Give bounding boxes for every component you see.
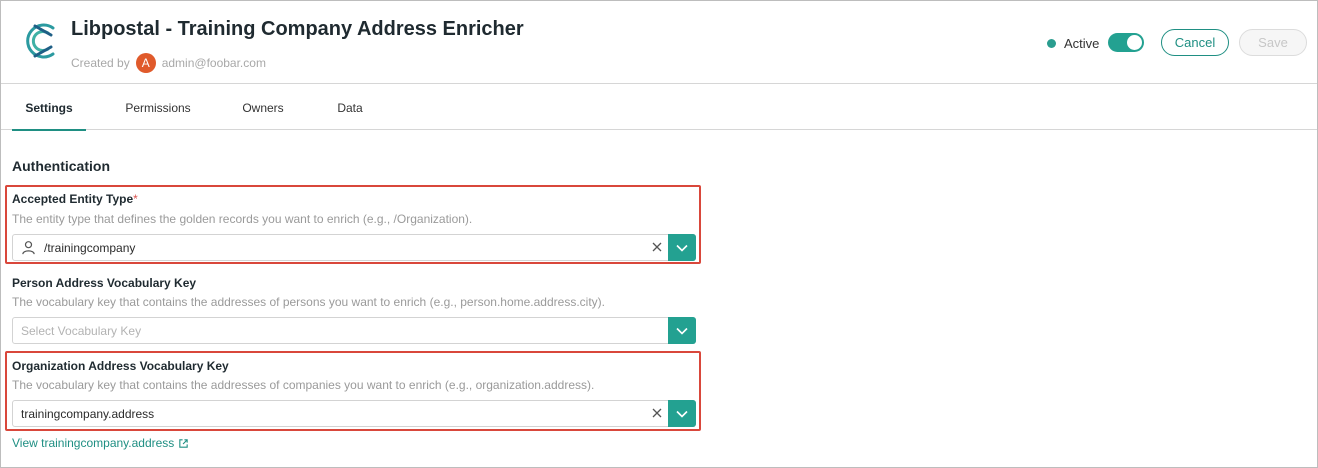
- entity-type-label: Accepted Entity Type*: [12, 192, 138, 206]
- page-header: Libpostal - Training Company Address Enr…: [1, 1, 1317, 84]
- org-key-value: trainingcompany.address: [21, 406, 155, 421]
- tab-data[interactable]: Data: [330, 85, 370, 130]
- required-mark: *: [133, 192, 138, 206]
- user-icon: [22, 241, 35, 255]
- status-badge: Active: [1047, 34, 1099, 52]
- tab-permissions[interactable]: Permissions: [121, 85, 195, 130]
- save-button[interactable]: Save: [1239, 29, 1307, 56]
- dropdown-button[interactable]: [668, 234, 696, 261]
- org-key-help: The vocabulary key that contains the add…: [12, 378, 595, 392]
- tab-bar: Settings Permissions Owners Data: [1, 85, 1317, 131]
- creator-email: admin@foobar.com: [161, 56, 266, 70]
- entity-type-help: The entity type that defines the golden …: [12, 212, 473, 226]
- view-link-text[interactable]: View trainingcompany.address: [12, 436, 174, 450]
- avatar: A: [135, 53, 156, 73]
- created-by: Created by A admin@foobar.com: [71, 53, 266, 73]
- chevron-down-icon: [676, 244, 688, 252]
- org-key-label: Organization Address Vocabulary Key: [12, 359, 229, 373]
- chevron-down-icon: [676, 327, 688, 335]
- org-key-select[interactable]: trainingcompany.address: [12, 400, 696, 427]
- section-title: Authentication: [12, 158, 110, 174]
- page-title: Libpostal - Training Company Address Enr…: [71, 18, 524, 40]
- clear-icon[interactable]: [650, 406, 664, 420]
- tab-settings[interactable]: Settings: [12, 85, 86, 131]
- dropdown-button[interactable]: [668, 317, 696, 344]
- chevron-down-icon: [676, 410, 688, 418]
- cluedin-logo-icon: [26, 23, 55, 59]
- tab-owners[interactable]: Owners: [235, 85, 291, 130]
- status-dot-icon: [1047, 38, 1056, 48]
- entity-type-label-text: Accepted Entity Type: [12, 192, 134, 206]
- status-label: Active: [1064, 35, 1100, 51]
- active-toggle[interactable]: [1108, 33, 1144, 52]
- toggle-knob: [1127, 35, 1142, 50]
- entity-type-select[interactable]: /trainingcompany: [12, 234, 696, 261]
- person-key-label: Person Address Vocabulary Key: [12, 276, 197, 290]
- external-link-icon: [179, 438, 189, 448]
- view-vocabulary-link[interactable]: View trainingcompany.address: [12, 435, 189, 451]
- person-key-select[interactable]: Select Vocabulary Key: [12, 317, 696, 344]
- cancel-button[interactable]: Cancel: [1161, 29, 1229, 56]
- clear-icon[interactable]: [650, 240, 664, 254]
- person-key-placeholder: Select Vocabulary Key: [21, 323, 142, 338]
- person-key-help: The vocabulary key that contains the add…: [12, 295, 605, 309]
- dropdown-button[interactable]: [668, 400, 696, 427]
- created-by-label: Created by: [71, 56, 130, 70]
- entity-type-value: /trainingcompany: [44, 240, 136, 255]
